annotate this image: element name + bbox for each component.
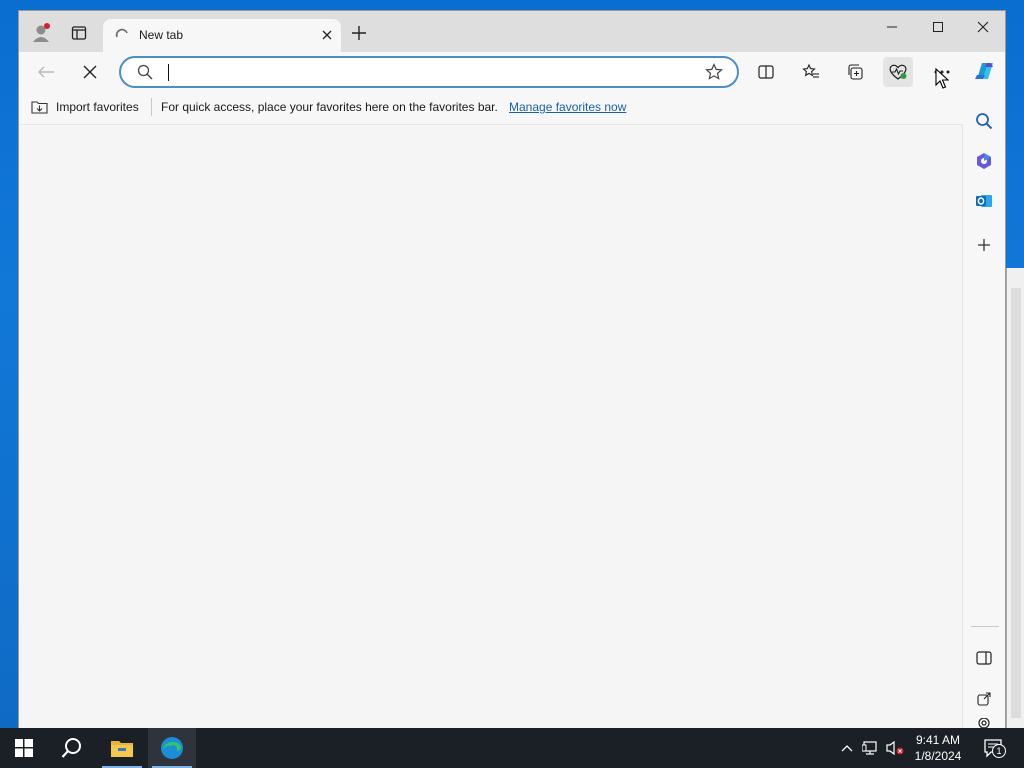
add-sidebar-app-icon[interactable] — [972, 233, 996, 257]
sidebar-divider — [971, 626, 999, 627]
page-content — [19, 124, 963, 728]
clock-date: 1/8/2024 — [914, 749, 962, 763]
favorites-bar: Import favorites For quick access, place… — [19, 92, 965, 122]
hide-sidebar-icon[interactable] — [972, 646, 996, 670]
back-arrow-icon[interactable] — [31, 57, 61, 87]
collections-icon[interactable] — [840, 57, 870, 87]
windows-logo-icon — [15, 739, 33, 757]
taskbar-search-icon — [61, 738, 81, 758]
browser-essentials-icon[interactable] — [883, 57, 913, 87]
tab-close-icon[interactable] — [319, 27, 335, 43]
taskbar: 9:41 AM 1/8/2024 1 — [0, 728, 1024, 768]
stop-loading-icon[interactable] — [75, 57, 105, 87]
taskbar-search-button[interactable] — [48, 728, 96, 768]
background-window-edge[interactable] — [1006, 268, 1024, 728]
new-tab-icon[interactable] — [347, 21, 371, 45]
browser-window: New tab Import favorites For quick acces… — [18, 10, 1006, 728]
tab-new-tab[interactable]: New tab — [103, 19, 341, 52]
toolbar — [19, 52, 1005, 92]
file-explorer-icon — [111, 741, 133, 757]
import-folder-icon — [31, 101, 48, 114]
tab-actions-icon[interactable] — [67, 21, 91, 45]
title-bar: New tab — [19, 11, 1005, 52]
favorite-star-icon[interactable] — [705, 63, 723, 86]
favorites-divider — [151, 98, 152, 116]
import-favorites-button[interactable]: Import favorites — [31, 99, 139, 114]
start-button[interactable] — [0, 728, 48, 768]
loading-spinner-icon — [115, 28, 129, 47]
copilot-sidebar-icon[interactable] — [972, 149, 996, 173]
sidebar-settings-icon[interactable] — [972, 718, 996, 728]
network-icon[interactable] — [860, 728, 882, 768]
text-caret — [168, 64, 169, 81]
import-favorites-label: Import favorites — [56, 99, 139, 114]
notification-count-badge: 1 — [992, 744, 1006, 758]
maximize-button[interactable] — [915, 11, 961, 43]
address-bar[interactable] — [119, 56, 739, 88]
edge-icon — [161, 737, 183, 759]
file-explorer-button[interactable] — [98, 728, 146, 768]
copilot-icon[interactable] — [969, 56, 999, 86]
edge-taskbar-button[interactable] — [148, 728, 196, 768]
clock-time: 9:41 AM — [915, 733, 961, 747]
profile-avatar-icon[interactable] — [29, 21, 53, 45]
outlook-icon[interactable] — [972, 189, 996, 213]
mouse-cursor-icon — [935, 67, 950, 95]
sidebar — [963, 92, 1005, 728]
favorites-hint-text: For quick access, place your favorites h… — [161, 100, 498, 114]
sidebar-search-icon[interactable] — [972, 109, 996, 133]
system-clock[interactable]: 9:41 AM 1/8/2024 — [904, 732, 972, 764]
open-external-icon[interactable] — [972, 687, 996, 711]
split-screen-icon[interactable] — [751, 57, 781, 87]
search-icon — [137, 64, 153, 85]
minimize-button[interactable] — [869, 11, 915, 43]
close-button[interactable] — [960, 11, 1006, 43]
notifications-icon[interactable]: 1 — [980, 728, 1006, 768]
volume-muted-icon[interactable] — [884, 728, 906, 768]
scrollbar[interactable] — [1011, 288, 1021, 718]
manage-favorites-link[interactable]: Manage favorites now — [509, 100, 626, 114]
address-input[interactable] — [165, 62, 685, 82]
tab-title: New tab — [139, 28, 184, 42]
favorites-icon[interactable] — [796, 57, 826, 87]
show-hidden-icons-chevron-icon[interactable] — [838, 728, 856, 768]
